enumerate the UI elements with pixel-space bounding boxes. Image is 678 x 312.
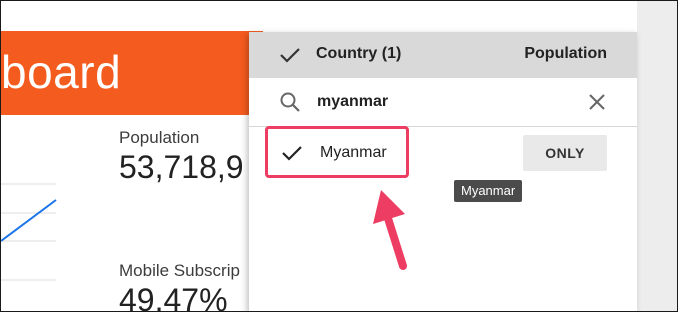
pointer-arrow-annotation (373, 190, 407, 270)
tooltip: Myanmar (454, 180, 523, 202)
metric-label-population: Population (119, 128, 200, 147)
option-label: Myanmar (320, 144, 387, 161)
only-button[interactable]: ONLY (523, 135, 607, 171)
select-all-check-icon[interactable] (279, 46, 301, 64)
metric-value-mobile: 49.47% (119, 282, 228, 312)
country-filter-dropdown: Country (1) Population Myanmar ONLY Myan… (249, 32, 637, 311)
filter-search-bar (249, 78, 637, 127)
chart-series-line (1, 199, 57, 242)
search-input[interactable] (317, 91, 577, 113)
filter-title: Country (1) (316, 45, 402, 62)
mini-line-chart (1, 183, 57, 281)
option-item-myanmar[interactable]: Myanmar (265, 126, 409, 178)
screenshot-frame: board Population 53,718,9 Mobile Subscri… (0, 0, 678, 312)
checkbox-checked-icon[interactable] (281, 144, 303, 162)
metric-sort-label[interactable]: Population (524, 45, 607, 63)
filter-header: Country (1) Population (249, 32, 637, 78)
dashboard-title: board (1, 46, 122, 98)
dashboard-banner: board (1, 31, 263, 115)
metric-label-mobile: Mobile Subscrip (119, 261, 240, 280)
metric-value-population: 53,718,9 (119, 149, 244, 185)
search-icon (280, 92, 300, 112)
close-icon[interactable] (588, 93, 606, 111)
